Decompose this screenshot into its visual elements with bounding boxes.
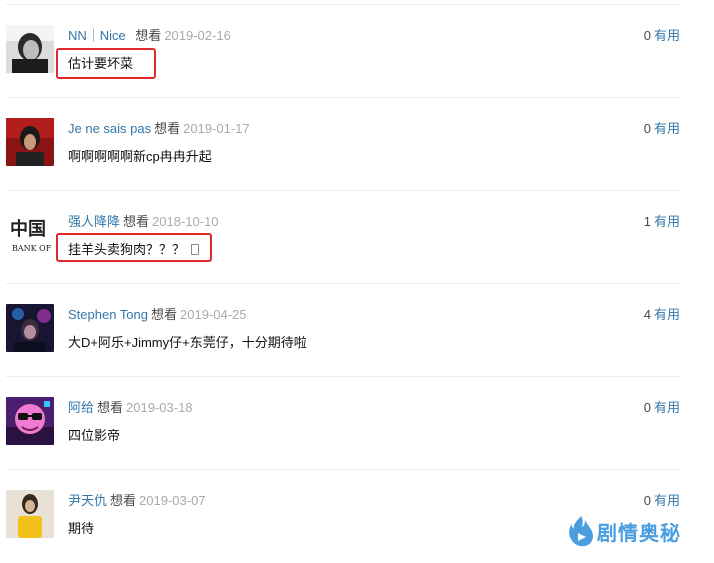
comment-item: Stephen Tong 想看 2019-04-25 4 有用 大D+阿乐+Jimmy… (0, 284, 714, 377)
username-link[interactable]: 尹天仇 (68, 493, 107, 508)
comment-text: 啊啊啊啊啊新cp冉冉升起 (68, 149, 212, 164)
useful-button[interactable]: 有用 (654, 121, 680, 136)
comment-date: 2019-03-07 (139, 493, 206, 508)
watch-status: 想看 (123, 214, 150, 229)
comment-date: 2019-04-25 (180, 307, 247, 322)
watermark: 剧情奥秘 (568, 514, 681, 548)
vote-area: 0 有用 (644, 120, 680, 138)
avatar[interactable] (6, 25, 54, 73)
watch-status: 想看 (110, 493, 137, 508)
comment-date: 2018-10-10 (152, 214, 219, 229)
username-link[interactable]: Stephen Tong (68, 307, 148, 322)
avatar[interactable] (6, 304, 54, 352)
username-link[interactable]: 强人降降 (68, 214, 120, 229)
comment-text: 期待 (68, 521, 95, 536)
username-link[interactable]: NN｜Nice (68, 28, 132, 43)
useful-button[interactable]: 有用 (654, 493, 680, 508)
vote-count: 4 (643, 307, 651, 322)
vote-area: 0 有用 (644, 492, 680, 510)
avatar-text: 中国 (10, 218, 46, 240)
vote-count: 0 (643, 121, 651, 136)
comment-date: 2019-01-17 (183, 121, 250, 136)
vote-area: 0 有用 (644, 399, 680, 417)
comment-date: 2019-02-16 (164, 28, 231, 43)
comment-date: 2019-03-18 (126, 400, 193, 415)
avatar[interactable] (6, 397, 54, 445)
comment-meta: Je ne sais pas 想看 2019-01-17 (68, 120, 250, 138)
comment-meta: Stephen Tong 想看 2019-04-25 (68, 306, 247, 324)
comment-meta: 强人降降 想看 2018-10-10 (68, 213, 219, 231)
watch-status: 想看 (135, 28, 162, 43)
comment-item: 阿给 想看 2019-03-18 0 有用 四位影帝 (0, 377, 714, 470)
vote-count: 0 (643, 28, 651, 43)
avatar[interactable] (6, 118, 54, 166)
useful-button[interactable]: 有用 (654, 307, 680, 322)
username-link[interactable]: Je ne sais pas (68, 121, 151, 136)
comment-meta: 尹天仇 想看 2019-03-07 (68, 492, 206, 510)
avatar[interactable]: 中国 BANK OF (6, 211, 54, 259)
comment-item: Je ne sais pas 想看 2019-01-17 0 有用 啊啊啊啊啊新cp冉… (0, 98, 714, 191)
vote-area: 1 有用 (644, 213, 680, 231)
vote-count: 0 (643, 400, 651, 415)
watermark-text: 剧情奥秘 (597, 520, 681, 545)
vote-count: 1 (643, 214, 651, 229)
watch-status: 想看 (154, 121, 181, 136)
vote-area: 0 有用 (644, 27, 680, 45)
vote-area: 4 有用 (644, 306, 680, 324)
comment-meta: 阿给 想看 2019-03-18 (68, 399, 193, 417)
highlight-box (56, 233, 212, 262)
watermark-logo-icon (569, 516, 593, 547)
useful-button[interactable]: 有用 (654, 214, 680, 229)
comment-text: 大D+阿乐+Jimmy仔+东莞仔，十分期待啦 (68, 335, 307, 350)
useful-button[interactable]: 有用 (654, 400, 680, 415)
avatar-subtext: BANK OF (12, 244, 52, 253)
watch-status: 想看 (151, 307, 178, 322)
username-link[interactable]: 阿给 (68, 400, 94, 415)
watch-status: 想看 (97, 400, 124, 415)
vote-count: 0 (643, 493, 651, 508)
comment-text: 四位影帝 (68, 428, 121, 443)
avatar[interactable] (6, 490, 54, 538)
highlight-box (56, 48, 156, 79)
useful-button[interactable]: 有用 (654, 28, 680, 43)
comment-meta: NN｜Nice 想看 2019-02-16 (68, 27, 231, 45)
